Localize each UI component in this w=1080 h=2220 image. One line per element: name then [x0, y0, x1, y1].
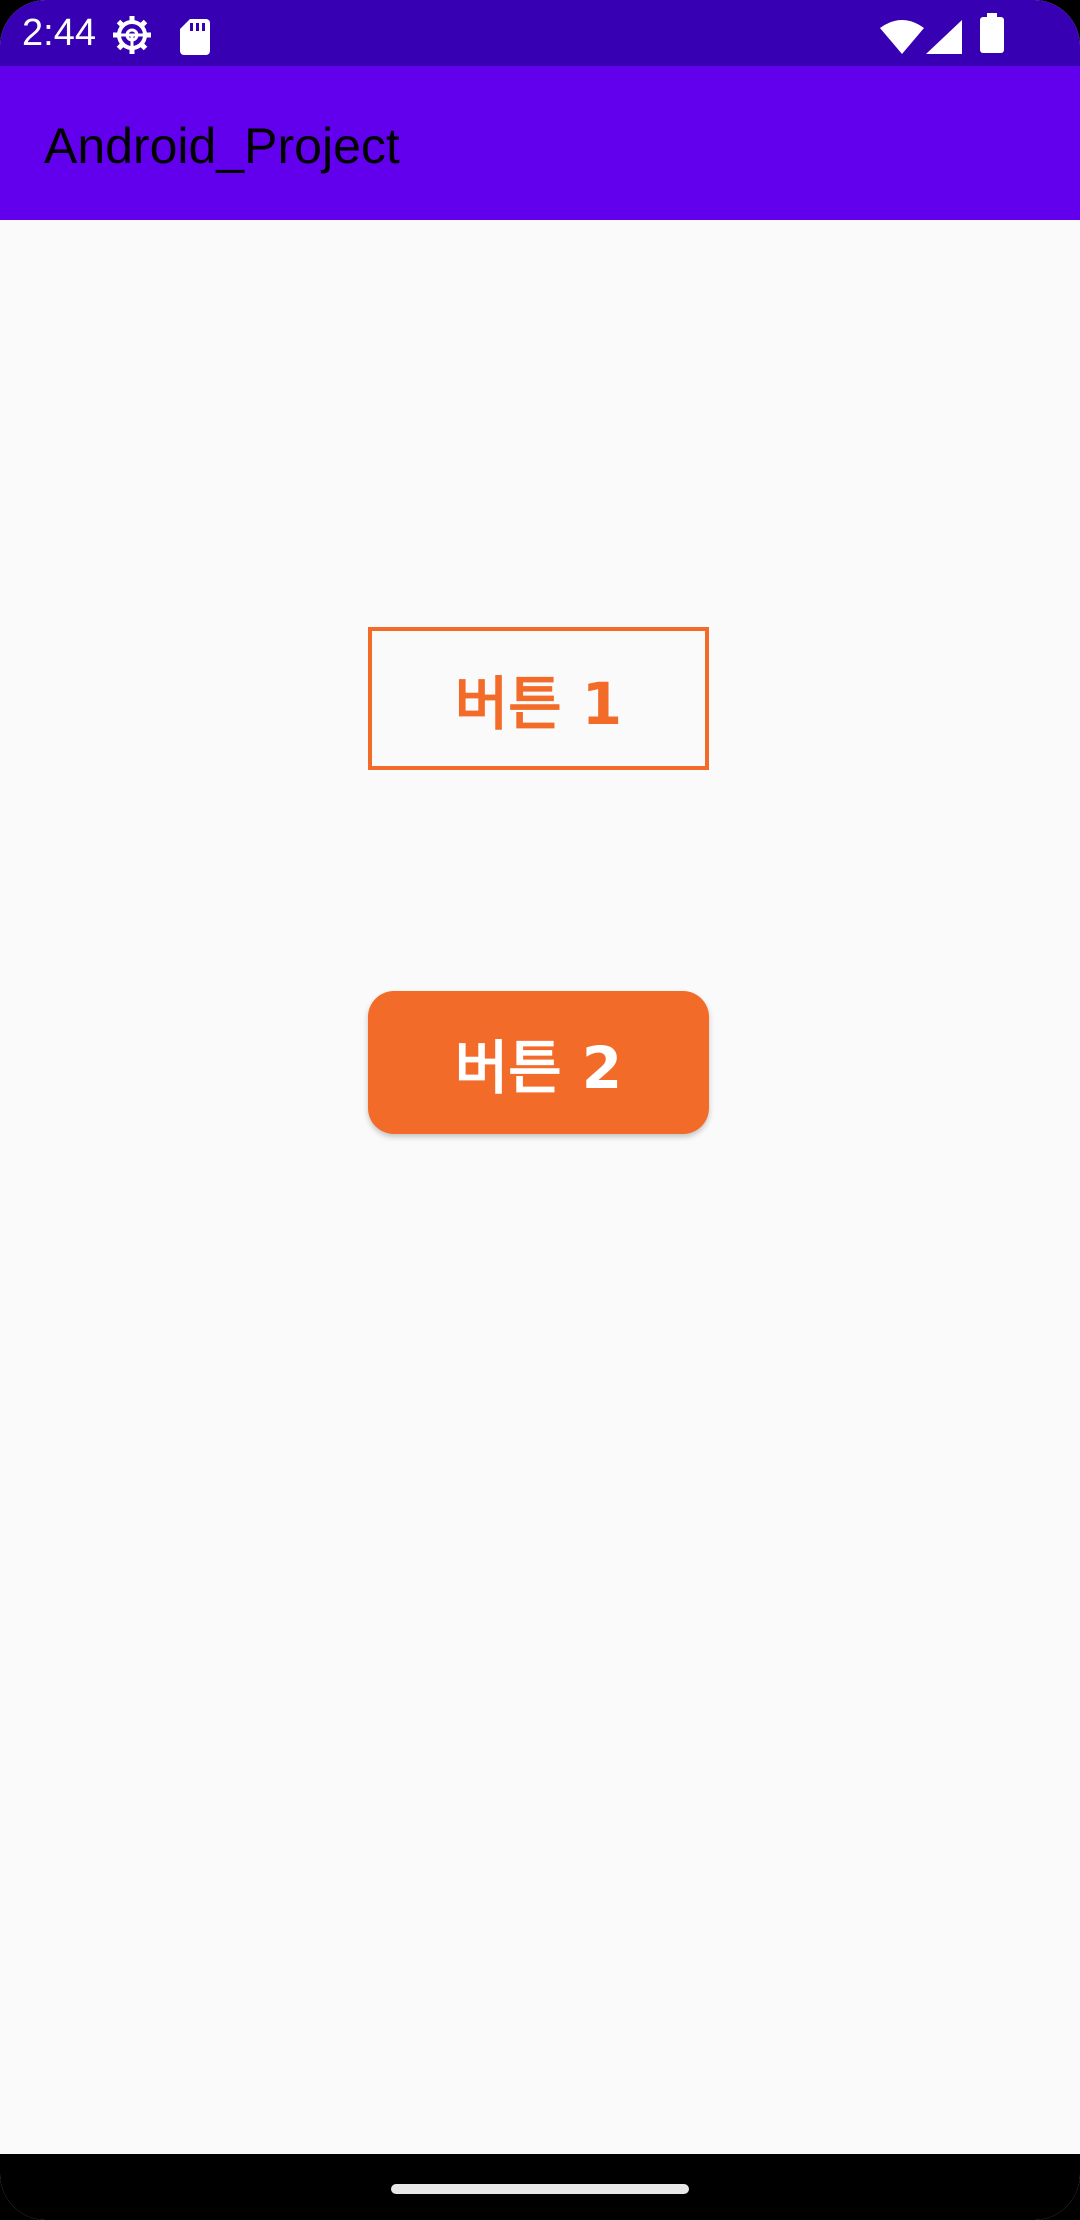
- status-time: 2:44: [22, 12, 96, 54]
- status-bar: 2:44: [0, 0, 1080, 66]
- main-content: 버튼 1 버튼 2: [0, 220, 1080, 2154]
- battery-icon: [980, 13, 1004, 53]
- app-bar: Android_Project: [0, 66, 1080, 220]
- settings-gear-icon: [113, 16, 151, 54]
- wifi-icon: [880, 20, 924, 54]
- app-title: Android_Project: [44, 118, 400, 174]
- sd-card-icon: [180, 19, 210, 55]
- button-2[interactable]: 버튼 2: [368, 991, 709, 1134]
- cell-signal-icon: [926, 20, 962, 54]
- home-gesture-handle[interactable]: [391, 2184, 689, 2194]
- navigation-bar: [0, 2154, 1080, 2220]
- button-1[interactable]: 버튼 1: [368, 627, 709, 770]
- phone-screen: 2:44 Android_Project 버튼 1 버튼 2: [0, 0, 1080, 2220]
